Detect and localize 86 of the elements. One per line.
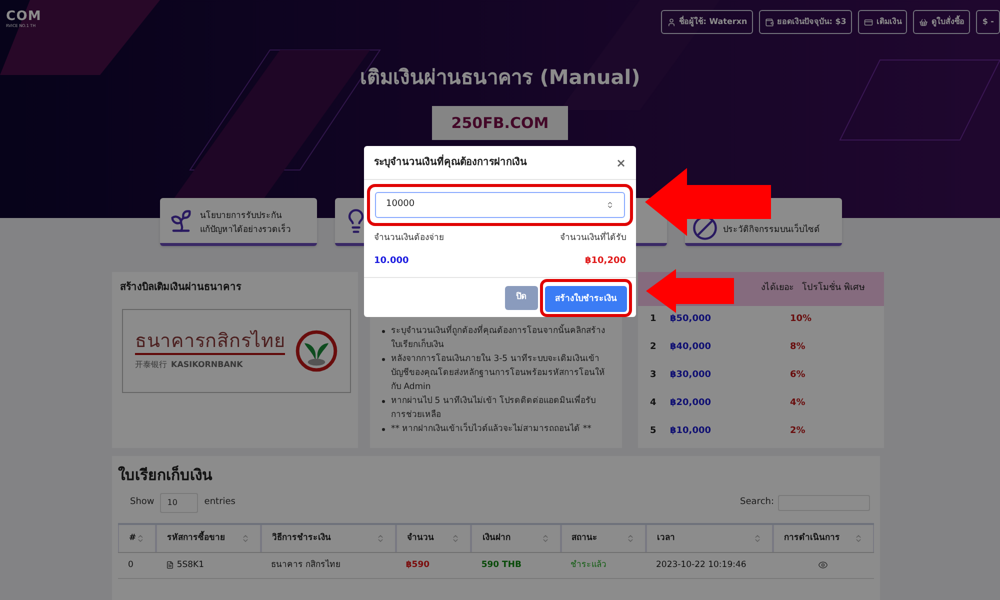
nav-button[interactable]: ดูใบสั่งซื้อ	[913, 10, 970, 34]
table-cell: 5S8K1	[176, 558, 204, 572]
table-cell: 0	[128, 558, 134, 572]
site-badge: 250FB.COM	[432, 106, 568, 140]
table-cell-text: ฿20,000	[670, 397, 712, 410]
sort-icon	[376, 534, 385, 542]
user-icon	[667, 18, 676, 26]
table-cell: 2023-10-22 10:19:46	[656, 558, 746, 572]
pay-label: จำนวนเงินต้องจ่าย	[374, 232, 444, 245]
table-cell-text: 1	[649, 313, 658, 326]
table-cell-text: 2%	[790, 425, 806, 438]
basket-icon	[919, 18, 928, 26]
logo-text: COM	[6, 10, 42, 23]
wallet-icon	[765, 18, 774, 26]
page-title: เติมเงินผ่านธนาคาร (Manual)	[358, 64, 642, 91]
table-cell-text: 3	[649, 369, 658, 382]
logo-english-text: KASIKORNBANK	[171, 358, 243, 370]
column-header[interactable]: รหัสการซื้อขาย	[156, 524, 262, 552]
bullet-icon	[382, 428, 385, 431]
sort-icon	[241, 534, 250, 542]
table-cell: 590 THB	[481, 558, 522, 572]
sort-icon	[752, 534, 762, 542]
table-cell: ชำระแล้ว	[570, 558, 607, 572]
sprout-icon	[168, 208, 194, 234]
search-label: Search:	[740, 496, 774, 509]
pay-amount: 10.000	[374, 254, 409, 268]
nav-button[interactable]: ชื่อผู้ใช้: Waterxn	[661, 10, 754, 34]
entries-label: entries	[204, 496, 236, 509]
spinner-icon[interactable]	[606, 201, 614, 209]
document-icon	[166, 561, 174, 569]
view-icon[interactable]	[818, 560, 828, 570]
table-cell-text: 4	[649, 397, 658, 410]
table-cell: ฿590	[406, 558, 430, 572]
instruction-text: หากผ่านไป 5 นาทีเงินไม่เข้า โปรดติดต่อแอดมินเพื่อรับการช่วยเหลือ	[391, 394, 597, 422]
nav-button[interactable]: ยอดเงินปัจจุบัน: $3	[759, 10, 852, 34]
column-header[interactable]: การดำเนินการ	[772, 524, 874, 552]
column-header[interactable]: #	[118, 524, 156, 552]
receive-amount: ฿10,200	[585, 254, 626, 268]
table-cell-text: 4%	[790, 397, 806, 410]
nav-button[interactable]: $ -	[976, 10, 1000, 34]
card-title: สร้างบิลเติมเงินผ่านธนาคาร	[120, 280, 242, 295]
bullet-icon	[382, 330, 385, 333]
sort-icon	[136, 534, 145, 542]
table-cell-text: ฿50,000	[670, 313, 712, 326]
logo-chinese-text: 开泰银行	[135, 358, 167, 370]
column-header[interactable]: วิธีการชำระเงิน	[261, 524, 396, 552]
modal-title: ระบุจำนวนเงินที่คุณต้องการฝากเงิน	[374, 155, 527, 170]
column-header: งได้เยอะ	[760, 282, 795, 296]
table-cell-text: 5	[649, 425, 658, 438]
feature-text: นโยบายการรับประกัน	[200, 209, 283, 223]
feature-text: แก้ปัญหาได้อย่างรวดเร็ว	[200, 223, 291, 237]
logo-thai-text: ธนาคารกสิกรไทย	[135, 332, 285, 354]
bullet-icon	[382, 358, 385, 361]
page-size-select[interactable]: 10	[160, 492, 198, 512]
table-cell-text: ฿30,000	[670, 369, 712, 382]
nav-button[interactable]: เติมเงิน	[858, 10, 908, 34]
close-button[interactable]: ×	[616, 154, 626, 172]
instruction-text: ระบุจำนวนเงินที่ถูกต้องที่คุณต้องการโอนจากนั้นคลิกสร้างใบเรียกเก็บเงิน	[391, 324, 606, 352]
table-cell: ธนาคาร กสิกรไทย	[271, 558, 341, 572]
table-cell-text: 2	[649, 341, 658, 354]
amount-field[interactable]: 10000	[375, 192, 625, 218]
table-cell-text: 10%	[790, 313, 812, 326]
card-icon	[864, 18, 874, 26]
instruction-text: หลังจากการโอนเงินภายใน 3-5 นาทีระบบจะเติมเงินเข้าบัญชีของคุณโดยส่งหลักฐานการโอนพร้อมรหัสการโอนให้กับ Admin	[391, 352, 606, 394]
sort-icon	[854, 534, 863, 542]
receive-label: จำนวนเงินที่ได้รับ	[560, 232, 626, 245]
slash-circle-icon	[693, 216, 717, 240]
table-cell-text: ฿40,000	[670, 341, 712, 354]
column-header[interactable]: เงินฝาก	[471, 524, 561, 552]
instruction-text: ** หากฝากเงินเข้าเว็บไวต์แล้วจะไม่สามารถถอนได้ **	[391, 422, 592, 436]
section-title: ใบเรียกเก็บเงิน	[118, 464, 214, 486]
table-cell-text: ฿10,000	[670, 425, 712, 438]
bullet-icon	[382, 400, 385, 403]
sort-icon	[626, 534, 635, 542]
create-bill-button[interactable]: สร้างใบชำระเงิน	[545, 286, 627, 312]
column-header[interactable]: จำนวน	[396, 524, 472, 552]
sort-icon	[451, 534, 460, 542]
column-header: โปรโมชั่น พิเศษ	[802, 282, 865, 296]
sort-icon	[540, 534, 550, 542]
cancel-button[interactable]: ปิด	[505, 286, 538, 310]
show-label: Show	[130, 496, 154, 509]
table-cell-text: 8%	[790, 341, 806, 354]
column-header[interactable]: สถานะ	[560, 524, 646, 552]
feature-text: ประวัติกิจกรรมบนเว็บไซต์	[723, 223, 820, 237]
column-header[interactable]: เวลา	[646, 524, 773, 552]
table-cell-text: 6%	[790, 369, 806, 382]
